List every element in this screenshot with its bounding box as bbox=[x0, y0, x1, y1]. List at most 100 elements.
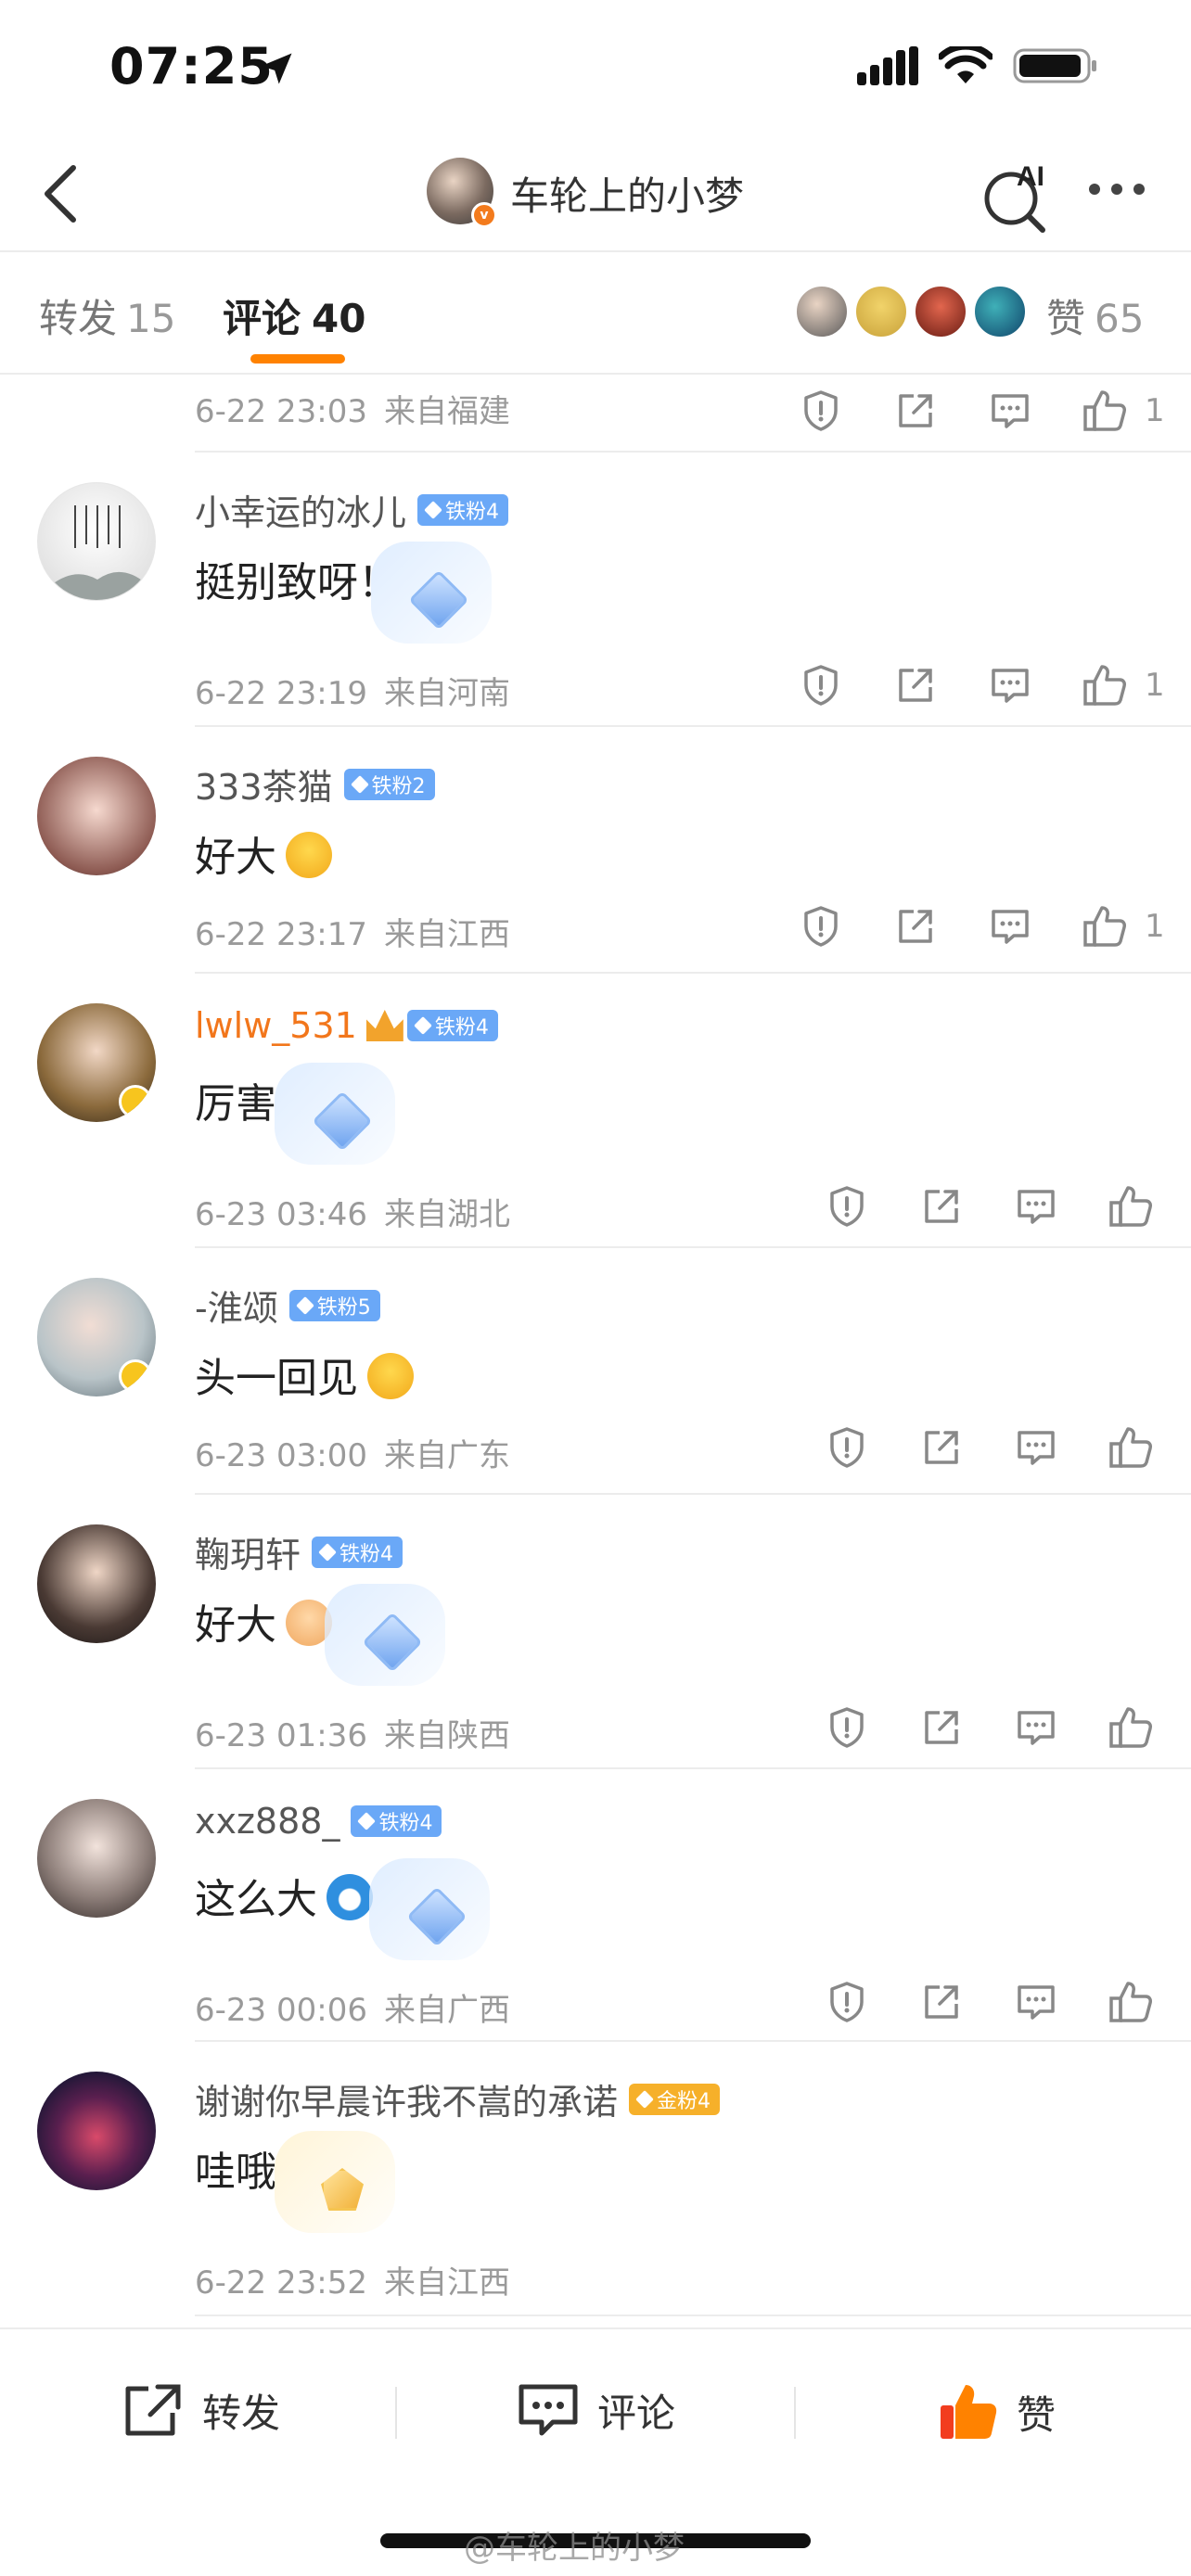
comment-location: 来自河南 bbox=[383, 675, 510, 712]
comment-username-row[interactable]: 鞠玥轩 铁粉4 bbox=[195, 1526, 403, 1577]
comment-meta: 6-22 23:19 来自河南 bbox=[195, 668, 510, 713]
comment-location: 来自福建 bbox=[383, 393, 510, 430]
like-button[interactable] bbox=[1078, 658, 1132, 712]
repost-icon bbox=[125, 2384, 181, 2436]
like-button[interactable] bbox=[1104, 1421, 1158, 1474]
share-button[interactable] bbox=[889, 384, 942, 438]
fan-sticker-icon bbox=[369, 1858, 490, 1960]
reply-button[interactable] bbox=[1009, 1421, 1063, 1474]
comment-icon bbox=[992, 910, 1029, 944]
comment-actions bbox=[820, 1701, 1158, 1754]
share-button[interactable] bbox=[915, 1975, 968, 2029]
likers-avatars[interactable] bbox=[794, 284, 1031, 339]
tab-like[interactable]: 赞 65 bbox=[1046, 287, 1144, 344]
share-button[interactable] bbox=[915, 1180, 968, 1233]
report-button[interactable] bbox=[820, 1701, 874, 1754]
like-button[interactable] bbox=[1104, 1701, 1158, 1754]
watermark: @车轮上的小梦 bbox=[464, 2530, 685, 2567]
comment-username-row[interactable]: 小幸运的冰儿 铁粉4 bbox=[195, 484, 509, 535]
comment-location: 来自江西 bbox=[383, 916, 510, 953]
verified-icon: v bbox=[471, 202, 497, 228]
comment-username-row[interactable]: lwlw_531 铁粉4 bbox=[195, 1005, 498, 1046]
report-button[interactable] bbox=[820, 1180, 874, 1233]
comment-username-row[interactable]: 333茶猫 铁粉2 bbox=[195, 759, 435, 810]
comment-username: 谢谢你早晨许我不嵩的承诺 bbox=[195, 2082, 619, 2123]
like-button[interactable] bbox=[1078, 899, 1132, 953]
thumbs-up-filled-icon bbox=[941, 2385, 997, 2439]
avatar[interactable] bbox=[37, 2072, 156, 2190]
reply-button[interactable] bbox=[1009, 1701, 1063, 1754]
reply-button[interactable] bbox=[983, 658, 1037, 712]
status-right bbox=[857, 43, 1098, 89]
reply-button[interactable] bbox=[983, 384, 1037, 438]
report-button[interactable] bbox=[794, 384, 848, 438]
comment-icon bbox=[1018, 1431, 1055, 1465]
report-button[interactable] bbox=[820, 1421, 874, 1474]
like-button[interactable] bbox=[1078, 384, 1132, 438]
reply-button[interactable] bbox=[1009, 1975, 1063, 2029]
shield-alert-icon bbox=[830, 1186, 864, 1227]
avatar[interactable] bbox=[37, 757, 156, 875]
comment-actions: 1 bbox=[794, 384, 1165, 438]
comment-item: 小幸运的冰儿 铁粉4 挺别致呀！ 6-22 23:19 来自河南 1 bbox=[0, 453, 1191, 727]
thumbs-up-icon bbox=[1083, 665, 1126, 706]
avatar[interactable] bbox=[37, 1799, 156, 1918]
diamond-icon bbox=[413, 1016, 432, 1035]
share-icon bbox=[899, 394, 932, 427]
more-button[interactable] bbox=[1089, 184, 1145, 195]
gold-fan-sticker-icon bbox=[275, 2131, 395, 2233]
ai-search-button[interactable]: AI bbox=[978, 156, 1057, 239]
tab-active-indicator bbox=[250, 354, 345, 363]
reply-button[interactable] bbox=[983, 899, 1037, 953]
fan-badge: 铁粉5 bbox=[288, 1289, 380, 1321]
report-button[interactable] bbox=[794, 658, 848, 712]
comment-location: 来自广西 bbox=[383, 1992, 510, 2029]
shield-alert-icon bbox=[804, 390, 838, 431]
comment-item: xxz888_ 铁粉4 这么大 6-23 00:06 来自广西 bbox=[0, 1769, 1191, 2042]
app-root: 07:25 v 车轮上的小梦 AI 转发 15 评论 40 赞 65 6-22 … bbox=[0, 0, 1191, 2576]
page-title[interactable]: 车轮上的小梦 bbox=[510, 165, 744, 222]
tab-comment[interactable]: 评论 40 bbox=[223, 287, 365, 344]
share-button[interactable] bbox=[915, 1421, 968, 1474]
thumbs-up-icon bbox=[1109, 1707, 1152, 1748]
report-button[interactable] bbox=[794, 899, 848, 953]
report-button[interactable] bbox=[820, 1975, 874, 2029]
back-button[interactable] bbox=[28, 161, 93, 226]
repost-button[interactable]: 转发 bbox=[121, 2381, 280, 2439]
comment-partial: 6-22 23:03 来自福建 1 bbox=[0, 375, 1191, 453]
comment-username-row[interactable]: 谢谢你早晨许我不嵩的承诺 金粉4 bbox=[195, 2073, 721, 2124]
diamond-icon bbox=[295, 1295, 314, 1315]
share-button[interactable] bbox=[889, 899, 942, 953]
comment-text: 好大 bbox=[195, 1591, 332, 1651]
avatar[interactable] bbox=[37, 1278, 156, 1396]
tab-repost[interactable]: 转发 15 bbox=[39, 287, 175, 344]
comment-item: lwlw_531 铁粉4 厉害 6-23 03:46 来自湖北 bbox=[0, 974, 1191, 1248]
like-button[interactable] bbox=[1104, 1180, 1158, 1233]
author-avatar[interactable]: v bbox=[427, 158, 497, 228]
verified-icon bbox=[119, 1085, 152, 1118]
share-button[interactable] bbox=[915, 1701, 968, 1754]
more-dot bbox=[1133, 184, 1145, 195]
like-button[interactable] bbox=[1104, 1975, 1158, 2029]
avatar[interactable] bbox=[37, 1524, 156, 1643]
comment-button[interactable]: 评论 bbox=[516, 2381, 675, 2439]
avatar[interactable] bbox=[37, 1003, 156, 1122]
nav-bar: v 车轮上的小梦 AI bbox=[0, 139, 1191, 252]
comment-username-row[interactable]: xxz888_ 铁粉4 bbox=[195, 1801, 442, 1842]
share-button[interactable] bbox=[889, 658, 942, 712]
fan-badge: 铁粉2 bbox=[343, 768, 435, 800]
comment-text: 这么大 bbox=[195, 1866, 373, 1925]
fan-sticker-icon bbox=[371, 542, 492, 644]
tab-comment-label: 评论 bbox=[223, 296, 301, 341]
diamond-icon bbox=[350, 774, 369, 794]
comment-meta: 6-22 23:03 来自福建 bbox=[195, 386, 510, 431]
comment-time: 6-22 23:03 bbox=[195, 393, 367, 430]
avatar[interactable] bbox=[37, 482, 156, 601]
share-icon bbox=[925, 1985, 958, 2019]
comment-username: 333茶猫 bbox=[195, 767, 333, 808]
comment-icon bbox=[1018, 1190, 1055, 1224]
like-post-button[interactable]: 赞 bbox=[937, 2381, 1056, 2442]
reply-button[interactable] bbox=[1009, 1180, 1063, 1233]
comment-location: 来自广东 bbox=[383, 1437, 510, 1474]
comment-username-row[interactable]: -淮颂 铁粉5 bbox=[195, 1280, 380, 1331]
